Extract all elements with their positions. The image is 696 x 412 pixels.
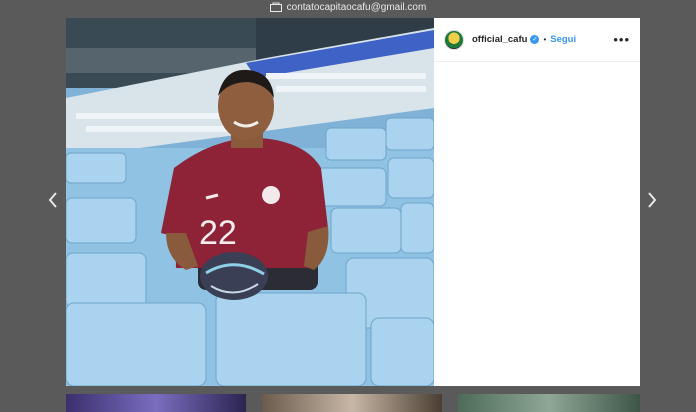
email-header: contatocapitaocafu@gmail.com: [0, 0, 696, 14]
username-link[interactable]: official_cafu: [472, 34, 527, 45]
post-photo: 22: [66, 18, 434, 386]
jersey-number: 22: [199, 214, 237, 252]
follow-button[interactable]: Segui: [550, 34, 576, 45]
post-sidebar: official_cafu ✓ • Segui •••: [434, 18, 640, 386]
email-text[interactable]: contatocapitaocafu@gmail.com: [287, 2, 427, 13]
thumbnail-2[interactable]: [262, 394, 442, 412]
post-modal: 22 official_cafu ✓ • Segui •••: [66, 18, 640, 386]
more-options-icon[interactable]: •••: [613, 33, 630, 46]
chevron-left-icon[interactable]: [46, 190, 60, 210]
verified-badge-icon: ✓: [530, 35, 540, 44]
avatar[interactable]: [444, 29, 464, 50]
chevron-right-icon[interactable]: [645, 190, 659, 210]
thumbnail-3[interactable]: [458, 394, 640, 412]
mail-icon: [269, 2, 282, 12]
post-header: official_cafu ✓ • Segui •••: [434, 18, 640, 62]
thumbnail-1[interactable]: [66, 394, 246, 412]
separator-dot: •: [543, 35, 547, 44]
thumbnail-strip: [0, 394, 696, 412]
